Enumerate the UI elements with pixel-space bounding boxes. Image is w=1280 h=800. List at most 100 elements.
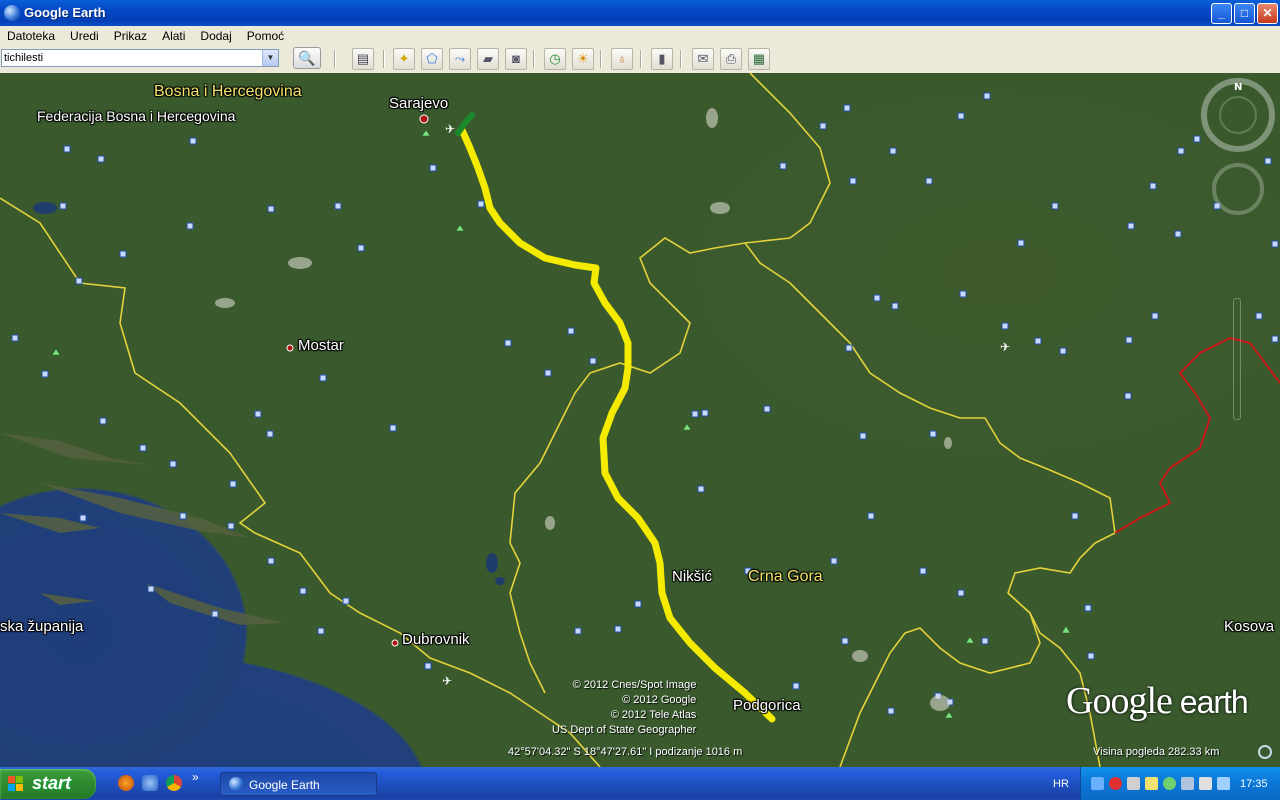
window-title: Google Earth	[24, 5, 106, 20]
google-earth-icon	[4, 5, 20, 21]
start-label: start	[32, 773, 72, 793]
toolbar: ▼ 🔍 ▤ ✦ ⬠ ⤳ ▰ ◙ ◷ ☀ ♁ ▮ ✉ ⎙ ▦	[0, 46, 1280, 74]
toolbar-separator	[680, 50, 682, 68]
search-input[interactable]	[4, 50, 262, 66]
placemark-icon: ✦	[398, 51, 410, 66]
navigation-controls[interactable]: N	[1200, 77, 1276, 227]
planet-icon: ♁	[617, 51, 627, 66]
network-icon[interactable]	[1091, 777, 1104, 790]
copyright-line: US Dept of State Geographer	[552, 724, 697, 736]
notes-icon[interactable]	[1145, 777, 1158, 790]
chrome-icon[interactable]	[166, 775, 182, 791]
add-path-button[interactable]: ⤳	[449, 48, 471, 70]
google-earth-logo: Google earth	[1066, 679, 1249, 723]
svg-text:✈: ✈	[1000, 340, 1010, 354]
opera-icon[interactable]	[1109, 777, 1122, 790]
path-icon: ⤳	[454, 51, 466, 66]
copyright-block: © 2012 Cnes/Spot Image © 2012 Google © 2…	[552, 678, 696, 738]
add-image-overlay-button[interactable]: ▰	[477, 48, 499, 70]
sunlight-button[interactable]: ☀	[572, 48, 594, 70]
map-label-dubrovnik: Dubrovnik	[402, 631, 470, 648]
bluetooth-icon[interactable]	[1181, 777, 1194, 790]
search-combobox[interactable]: ▼	[1, 49, 279, 67]
toolbar-separator	[383, 50, 385, 68]
coordinates-status: 42°57'04.32" S 18°47'27.61" I podizanje …	[508, 746, 743, 758]
logo-google: Google	[1066, 680, 1173, 722]
ruler-button[interactable]: ▮	[651, 48, 673, 70]
toolbar-separator	[640, 50, 642, 68]
map-label-crna-gora: Crna Gora	[748, 568, 823, 585]
close-button[interactable]: ✕	[1257, 3, 1278, 24]
menu-file[interactable]: Datoteka	[0, 26, 63, 43]
svg-text:✈: ✈	[445, 122, 455, 136]
map-label-federation: Federacija Bosna i Hercegovina	[37, 108, 236, 124]
search-icon: 🔍	[298, 50, 316, 66]
clock: 17:35	[1240, 778, 1268, 790]
volume-icon[interactable]	[1217, 777, 1230, 790]
image-overlay-icon: ▰	[483, 51, 493, 66]
email-button[interactable]: ✉	[692, 48, 714, 70]
logo-earth: earth	[1171, 684, 1249, 720]
taskbar: start » Google Earth HR 17:35	[0, 767, 1280, 800]
map-label-zupanija: ska županija	[0, 618, 84, 635]
menu-help[interactable]: Pomoć	[240, 26, 292, 43]
ruler-icon: ▮	[658, 51, 666, 66]
toolbar-separator	[600, 50, 602, 68]
menu-add[interactable]: Dodaj	[193, 26, 239, 43]
add-placemark-button[interactable]: ✦	[393, 48, 415, 70]
map-icon: ▦	[752, 51, 766, 66]
minimize-button[interactable]: _	[1211, 3, 1232, 24]
explorer-icon[interactable]	[142, 775, 158, 791]
zoom-slider[interactable]	[1233, 298, 1241, 420]
language-indicator[interactable]: HR	[1053, 778, 1069, 790]
messenger-icon[interactable]	[1163, 777, 1176, 790]
compass-north-label: N	[1234, 82, 1242, 93]
chevron-down-icon[interactable]: ▼	[262, 50, 278, 66]
eye-altitude: Visina pogleda 282.33 km	[1093, 746, 1220, 758]
taskbar-item-label: Google Earth	[249, 778, 320, 792]
add-polygon-button[interactable]: ⬠	[421, 48, 443, 70]
menu-bar: Datoteka Uredi Prikaz Alati Dodaj Pomoć	[0, 26, 1280, 47]
sidebar-toggle-button[interactable]: ▤	[352, 48, 374, 70]
svg-text:✈: ✈	[442, 674, 452, 688]
map-view[interactable]: ✈ ✈ ✈ Bosna i Hercegovina Federacija Bosna…	[0, 73, 1280, 767]
copyright-line: © 2012 Cnes/Spot Image	[572, 679, 697, 691]
tray-app-icon[interactable]	[1127, 777, 1140, 790]
safely-remove-icon[interactable]	[1199, 777, 1212, 790]
record-tour-button[interactable]: ◙	[505, 48, 527, 70]
polygon-icon: ⬠	[426, 51, 438, 66]
sidebar-icon: ▤	[356, 51, 370, 66]
menu-edit[interactable]: Uredi	[63, 26, 107, 43]
map-label-kosova: Kosova	[1224, 618, 1275, 635]
map-label-bosnia: Bosna i Hercegovina	[154, 83, 302, 100]
print-button[interactable]: ⎙	[720, 48, 742, 70]
record-tour-icon: ◙	[512, 51, 520, 66]
map-label-niksic: Nikšić	[672, 568, 712, 585]
system-tray: 17:35	[1080, 767, 1280, 800]
menu-tools[interactable]: Alati	[155, 26, 193, 43]
view-in-maps-button[interactable]: ▦	[748, 48, 770, 70]
copyright-line: © 2012 Tele Atlas	[610, 709, 697, 721]
windows-logo-icon	[8, 776, 23, 791]
maximize-button[interactable]: □	[1234, 3, 1255, 24]
search-button[interactable]: 🔍	[293, 47, 321, 69]
historical-imagery-button[interactable]: ◷	[544, 48, 566, 70]
map-overlay: ✈ ✈ ✈	[0, 73, 1280, 767]
toolbar-separator	[334, 50, 336, 68]
google-earth-icon	[229, 777, 243, 791]
map-label-podgorica: Podgorica	[733, 697, 801, 714]
firefox-icon[interactable]	[118, 775, 134, 791]
toolbar-separator	[533, 50, 535, 68]
title-bar: Google Earth _ □ ✕	[0, 0, 1280, 26]
quicklaunch-more[interactable]: »	[192, 770, 199, 784]
map-label-sarajevo: Sarajevo	[389, 95, 449, 112]
menu-view[interactable]: Prikaz	[107, 26, 155, 43]
envelope-icon: ✉	[697, 51, 709, 66]
start-button[interactable]: start	[0, 769, 96, 799]
sun-icon: ☀	[577, 51, 589, 66]
compass-icon[interactable]: N	[1200, 77, 1276, 227]
streaming-indicator-icon	[1258, 745, 1272, 759]
planets-button[interactable]: ♁	[611, 48, 633, 70]
taskbar-item-google-earth[interactable]: Google Earth	[220, 772, 377, 796]
copyright-line: © 2012 Google	[622, 694, 697, 706]
